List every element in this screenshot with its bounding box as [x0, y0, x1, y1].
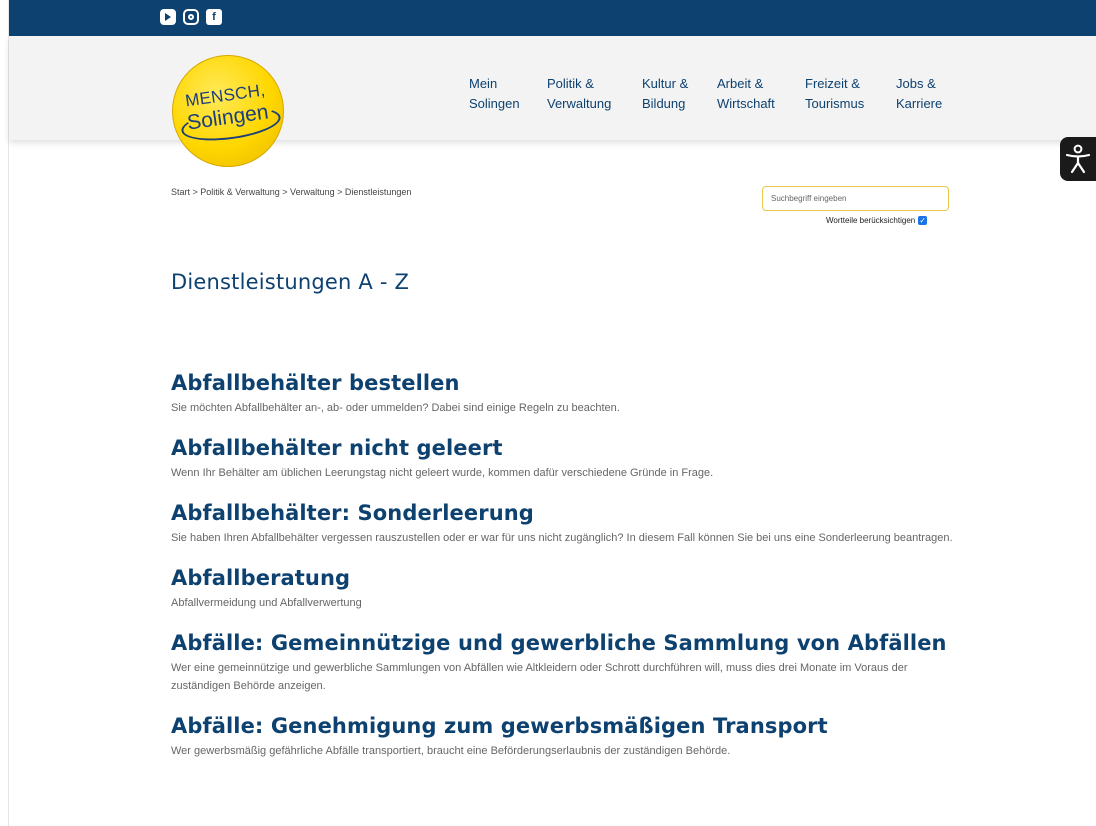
nav-item-jobs-karriere[interactable]: Jobs & Karriere [896, 74, 942, 114]
search-input[interactable] [762, 186, 949, 211]
nav-item-label-line1: Jobs & [896, 76, 936, 91]
service-description: Abfallvermeidung und Abfallverwertung [171, 597, 362, 609]
nav-item-label-line2: Karriere [896, 96, 943, 111]
main-navigation: Mein Solingen Politik & Verwaltung Kultu… [0, 74, 1096, 114]
instagram-icon[interactable] [183, 9, 199, 25]
service-title-link[interactable]: Abfallbehälter nicht geleert [171, 435, 961, 461]
list-item: Abfallbehälter: Sonderleerung Sie haben … [171, 500, 961, 547]
nav-item-label-line1: Politik & [547, 76, 594, 91]
nav-item-label-line1: Mein [469, 76, 498, 91]
service-title-link[interactable]: Abfälle: Gemeinnützige und gewerbliche S… [171, 630, 961, 656]
social-links: f [160, 9, 222, 25]
site-logo[interactable]: MENSCH, Solingen [172, 55, 284, 167]
page-title: Dienstleistungen A - Z [171, 270, 410, 294]
nav-item-label-line2: Solingen [469, 96, 520, 111]
accessibility-button[interactable] [1060, 137, 1096, 181]
service-title-link[interactable]: Abfallbehälter bestellen [171, 370, 961, 396]
accessibility-icon [1065, 144, 1091, 174]
breadcrumb[interactable]: Start > Politik & Verwaltung > Verwaltun… [171, 187, 411, 197]
nav-item-freizeit-tourismus[interactable]: Freizeit & Tourismus [805, 74, 864, 114]
left-edge [0, 0, 9, 826]
services-list: Abfallbehälter bestellen Sie möchten Abf… [171, 370, 961, 778]
nav-item-label-line2: Bildung [642, 96, 686, 111]
service-title-link[interactable]: Abfallbehälter: Sonderleerung [171, 500, 961, 526]
nav-item-label-line1: Kultur & [642, 76, 689, 91]
service-description: Wenn Ihr Behälter am üblichen Leerungsta… [171, 467, 714, 479]
list-item: Abfallberatung Abfallvermeidung und Abfa… [171, 565, 961, 612]
nav-item-label-line2: Verwaltung [547, 96, 612, 111]
service-title-link[interactable]: Abfälle: Genehmigung zum gewerbsmäßigen … [171, 713, 961, 739]
nav-item-mein-solingen[interactable]: Mein Solingen [469, 74, 520, 114]
nav-item-kultur-bildung[interactable]: Kultur & Bildung [642, 74, 688, 114]
service-description: Sie möchten Abfallbehälter an-, ab- oder… [171, 402, 620, 414]
wordparts-label: Wortteile berücksichtigen [826, 216, 916, 225]
service-title-link[interactable]: Abfallberatung [171, 565, 961, 591]
nav-item-label-line1: Freizeit & [805, 76, 860, 91]
list-item: Abfälle: Genehmigung zum gewerbsmäßigen … [171, 713, 961, 760]
nav-item-label-line2: Tourismus [805, 96, 865, 111]
service-description: Sie haben Ihren Abfallbehälter vergessen… [171, 532, 953, 544]
list-item: Abfälle: Gemeinnützige und gewerbliche S… [171, 630, 961, 695]
wordparts-option[interactable]: Wortteile berücksichtigen ✓ [826, 216, 928, 225]
service-description: Wer eine gemeinnützige und gewerbliche S… [171, 662, 908, 692]
wordparts-checkbox[interactable]: ✓ [918, 216, 928, 225]
service-description: Wer gewerbsmäßig gefährliche Abfälle tra… [171, 745, 731, 757]
nav-item-arbeit-wirtschaft[interactable]: Arbeit & Wirtschaft [717, 74, 775, 114]
list-item: Abfallbehälter bestellen Sie möchten Abf… [171, 370, 961, 417]
youtube-icon[interactable] [160, 9, 176, 25]
facebook-icon[interactable]: f [206, 9, 222, 25]
nav-item-label-line1: Arbeit & [717, 76, 764, 91]
list-item: Abfallbehälter nicht geleert Wenn Ihr Be… [171, 435, 961, 482]
nav-item-label-line2: Wirtschaft [717, 96, 775, 111]
nav-item-politik-verwaltung[interactable]: Politik & Verwaltung [547, 74, 611, 114]
